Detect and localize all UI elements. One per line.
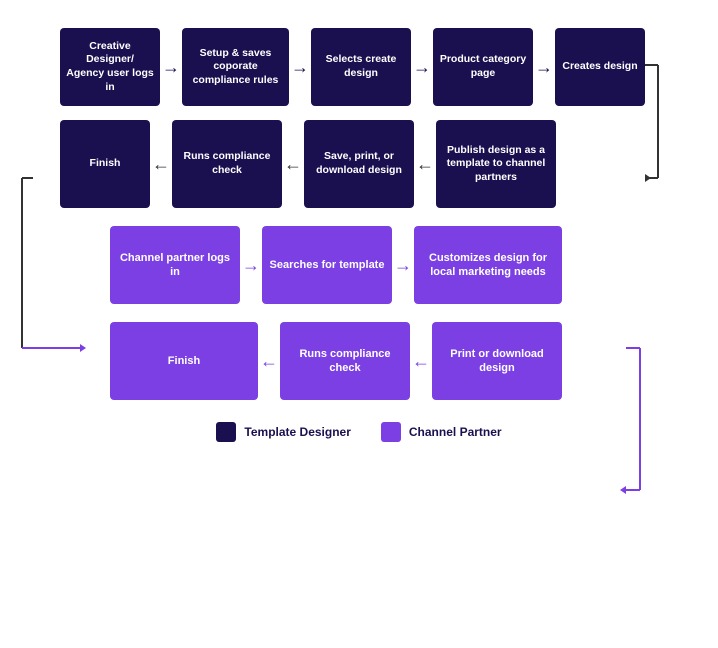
legend-item-purple: Channel Partner (381, 422, 502, 442)
arrow-4-2: ← (258, 351, 280, 372)
arrow-4-1: ← (410, 351, 432, 372)
row-3: Channel partner logs in → Searches for t… (30, 226, 688, 304)
arrow-2-1: ← (414, 154, 436, 175)
box-compliance1: Runs compliance check (172, 120, 282, 208)
arrow-2-3: ← (150, 154, 172, 175)
legend-label-purple: Channel Partner (409, 425, 502, 439)
arrow-1-1: → (160, 57, 182, 78)
row-2: Publish design as a template to channel … (30, 120, 688, 208)
legend-box-purple (381, 422, 401, 442)
box-customizes: Customizes design for local marketing ne… (414, 226, 562, 304)
box-channel: Channel partner logs in (110, 226, 240, 304)
legend-label-dark: Template Designer (244, 425, 350, 439)
row-4: Print or download design ← Runs complian… (30, 322, 688, 400)
box-creates: Creates design (555, 28, 645, 106)
arrow-3-1: → (240, 255, 262, 276)
box-compliance2: Runs compliance check (280, 322, 410, 400)
arrow-3-2: → (392, 255, 414, 276)
arrow-2-2: ← (282, 154, 304, 175)
box-selects: Selects create design (311, 28, 411, 106)
box-searches: Searches for template (262, 226, 392, 304)
box-setup: Setup & saves coporate compliance rules (182, 28, 289, 106)
arrow-1-3: → (411, 57, 433, 78)
box-finish1: Finish (60, 120, 150, 208)
box-finish2: Finish (110, 322, 258, 400)
box-publish: Publish design as a template to channel … (436, 120, 556, 208)
box-login: Creative Designer/ Agency user logs in (60, 28, 160, 106)
arrow-1-2: → (289, 57, 311, 78)
diagram-container: Creative Designer/ Agency user logs in →… (0, 0, 718, 648)
legend-item-dark: Template Designer (216, 422, 350, 442)
arrow-1-4: → (533, 57, 555, 78)
box-product: Product category page (433, 28, 533, 106)
row-1: Creative Designer/ Agency user logs in →… (30, 28, 688, 106)
box-printdownload: Print or download design (432, 322, 562, 400)
legend-box-dark (216, 422, 236, 442)
box-saveprint: Save, print, or download design (304, 120, 414, 208)
legend: Template Designer Channel Partner (30, 422, 688, 442)
